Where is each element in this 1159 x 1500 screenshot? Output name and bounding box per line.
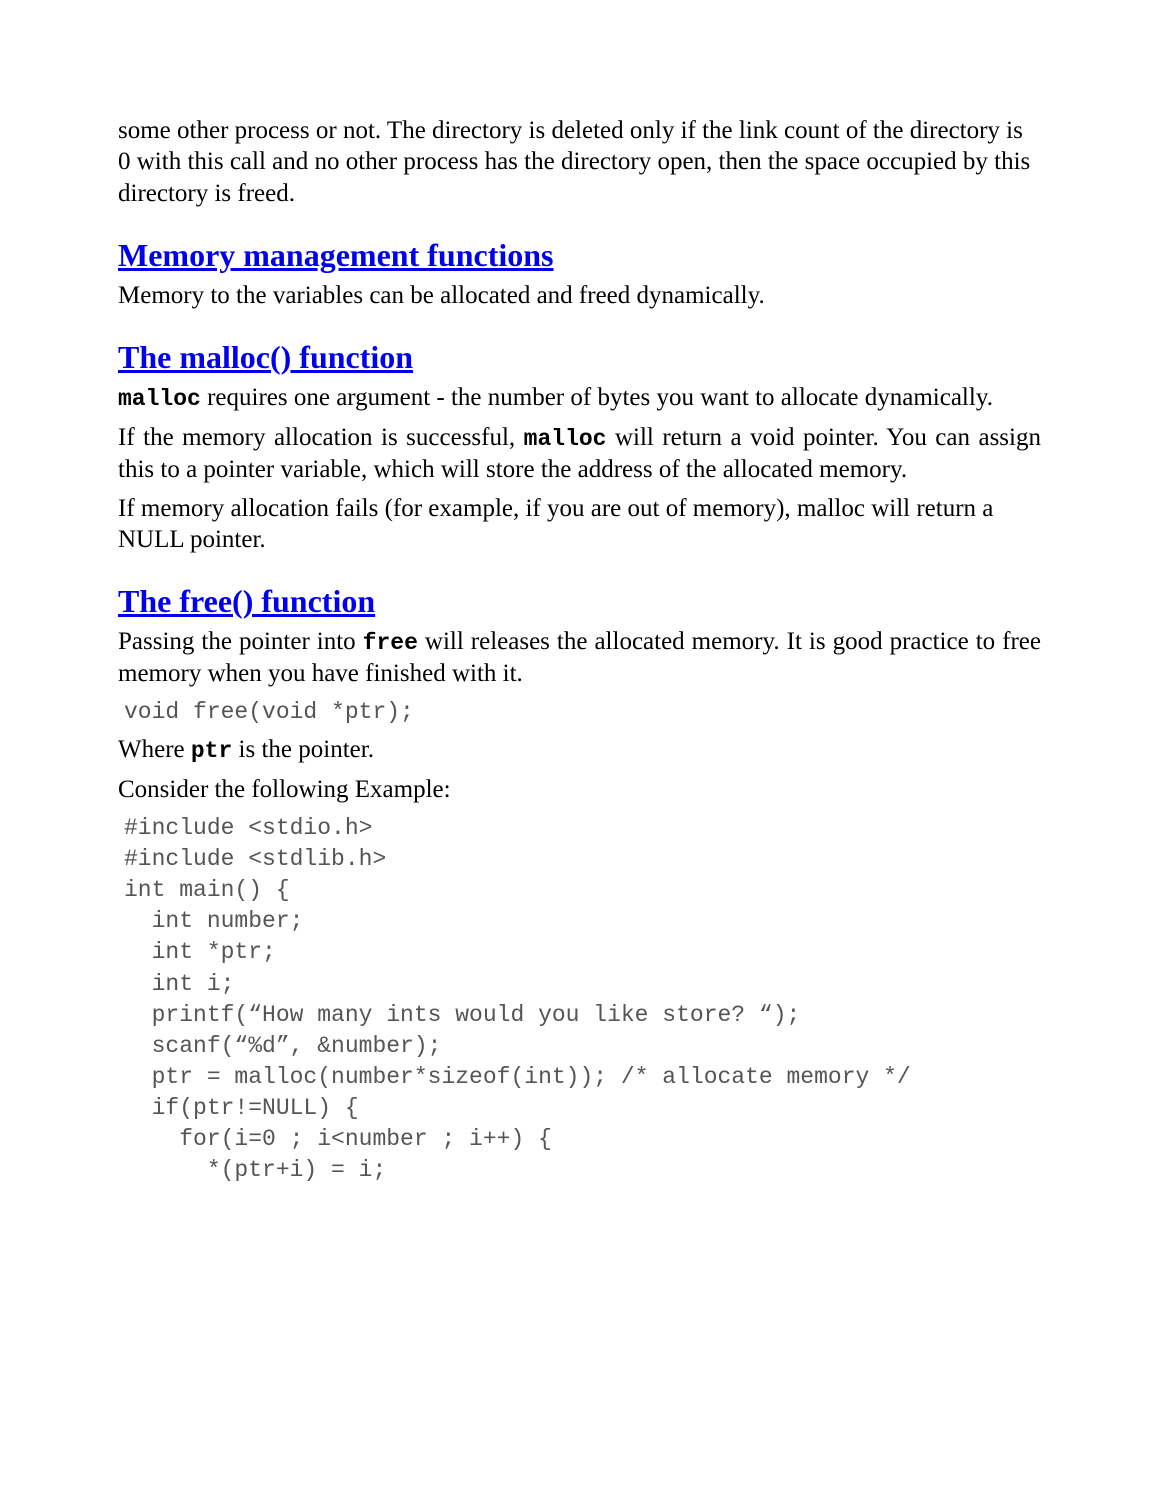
intro-paragraph: some other process or not. The directory… — [118, 115, 1041, 209]
free-para1: Passing the pointer into free will relea… — [118, 626, 1041, 689]
free-para3: Consider the following Example: — [118, 774, 1041, 805]
heading-free-link[interactable]: The free() function — [118, 583, 375, 619]
malloc-para1: malloc requires one argument - the numbe… — [118, 382, 1041, 414]
free-para1-lead: Passing the pointer into — [118, 628, 363, 655]
heading-malloc: The malloc() function — [118, 339, 1041, 376]
free-para2-lead: Where — [118, 736, 191, 763]
heading-memory: Memory management functions — [118, 237, 1041, 274]
code-malloc-1: malloc — [118, 386, 201, 412]
malloc-para1-tail: requires one argument - the number of by… — [201, 384, 993, 411]
heading-malloc-link[interactable]: The malloc() function — [118, 339, 413, 375]
heading-free: The free() function — [118, 583, 1041, 620]
code-ptr: ptr — [191, 738, 232, 764]
code-malloc-2: malloc — [524, 426, 607, 452]
document-page: some other process or not. The directory… — [0, 0, 1159, 1232]
malloc-para2: If the memory allocation is successful, … — [118, 422, 1041, 485]
free-signature-code: void free(void *ptr); — [124, 697, 1041, 728]
malloc-para3: If memory allocation fails (for example,… — [118, 493, 1041, 556]
free-para2: Where ptr is the pointer. — [118, 734, 1041, 766]
malloc-para2-lead: If the memory allocation is successful, — [118, 424, 524, 451]
free-para2-tail: is the pointer. — [232, 736, 374, 763]
memory-para1: Memory to the variables can be allocated… — [118, 280, 1041, 311]
code-free-1: free — [363, 630, 418, 656]
example-code-block: #include <stdio.h> #include <stdlib.h> i… — [124, 813, 1041, 1186]
heading-memory-link[interactable]: Memory management functions — [118, 237, 553, 273]
